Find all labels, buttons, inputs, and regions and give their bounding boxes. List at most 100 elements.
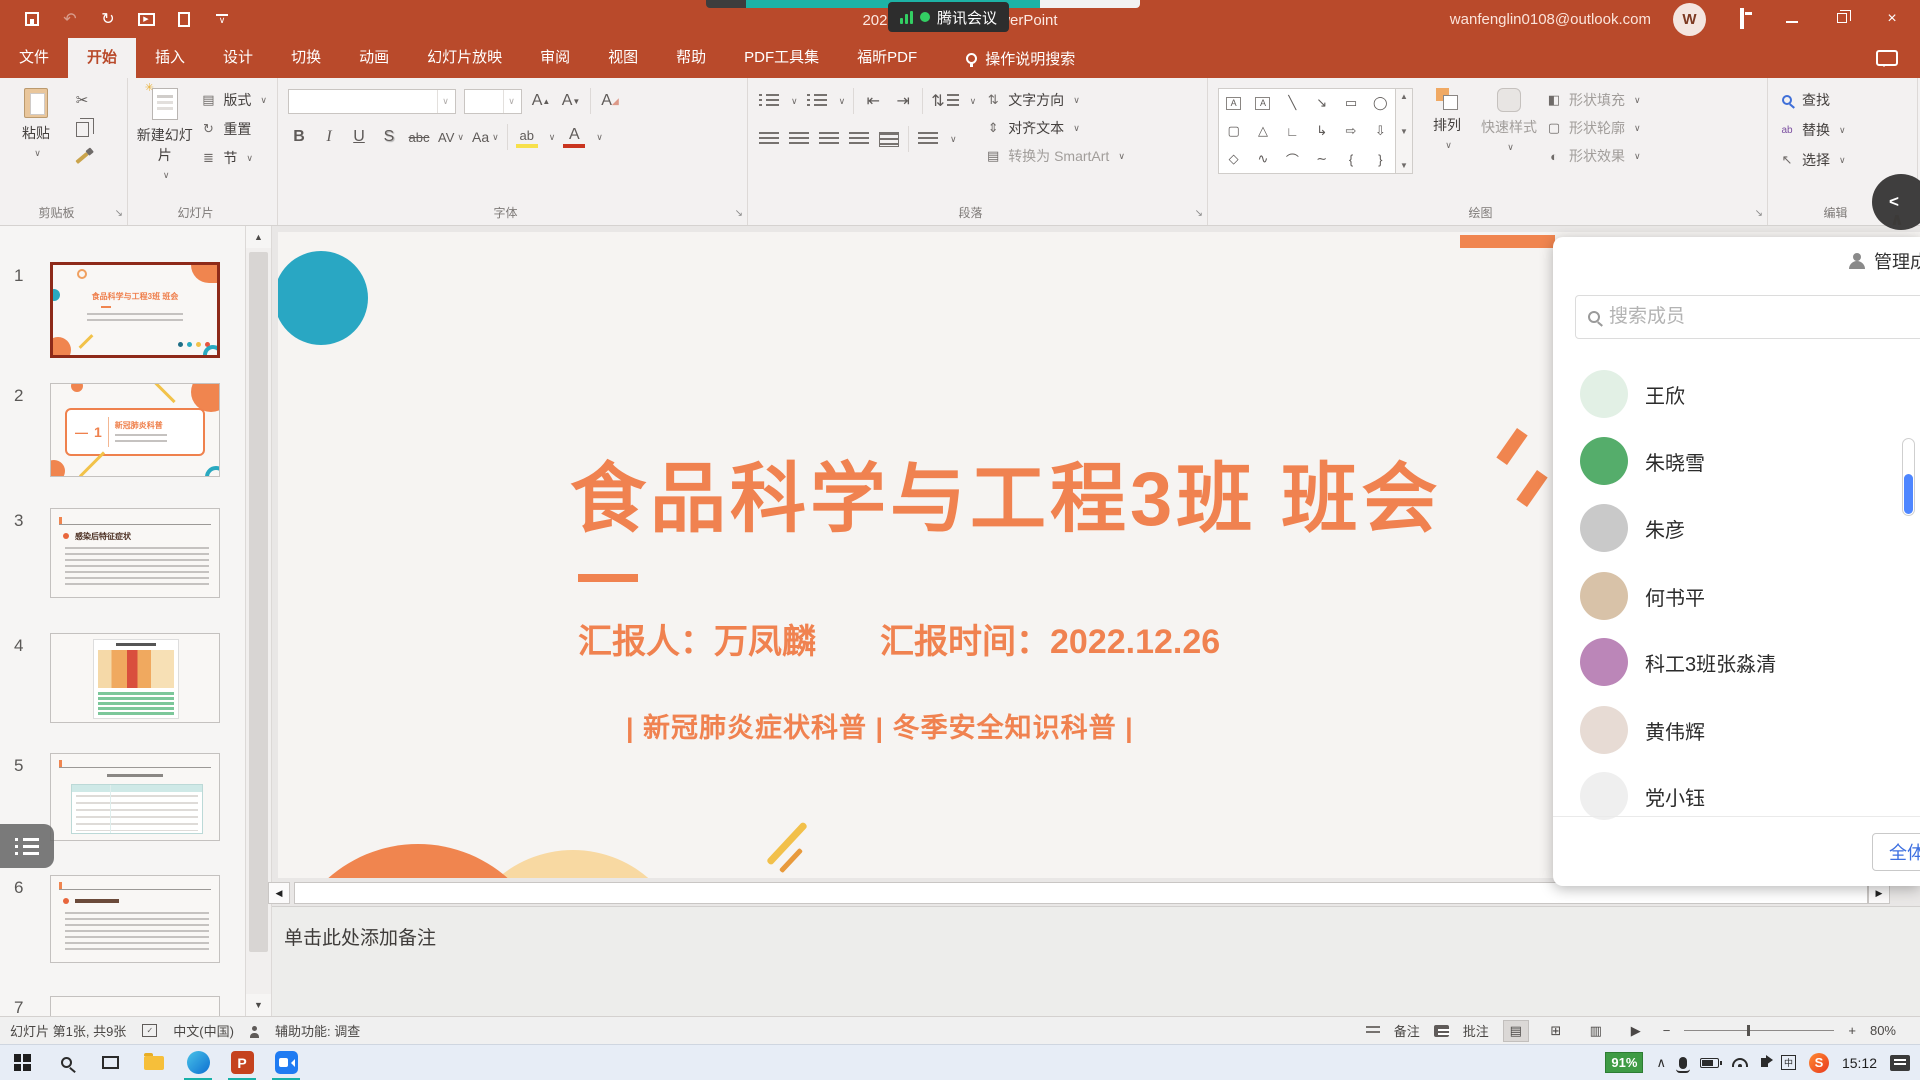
select-button[interactable]: ↖选择∨	[1778, 150, 1846, 170]
justify-button[interactable]	[848, 128, 870, 150]
tray-expand-icon[interactable]: ∧	[1656, 1055, 1666, 1071]
shape-line-icon[interactable]: ╲	[1288, 95, 1296, 111]
gallery-more-icon[interactable]: ▼	[1400, 161, 1408, 170]
align-left-button[interactable]	[758, 128, 780, 150]
shape-curve-icon[interactable]: ∼	[1316, 151, 1327, 167]
new-slide-button[interactable]: 新建幻灯片 ∨	[138, 88, 191, 199]
shape-gallery[interactable]: A A ╲ ↘ ▭ ◯ ▢ △ ∟ ↳ ⇨ ⇩ ◇ ∿ ⌒ ∼ {	[1218, 88, 1396, 174]
zoom-out-button[interactable]: −	[1663, 1023, 1671, 1038]
cut-icon[interactable]: ✂	[70, 90, 94, 110]
clear-formatting-button[interactable]: A◢	[599, 90, 621, 112]
align-right-button[interactable]	[818, 128, 840, 150]
shrink-font-button[interactable]: A▼	[560, 90, 582, 112]
redo-icon[interactable]: ↻	[98, 9, 118, 29]
powerpoint-taskbar-button[interactable]: P	[220, 1045, 264, 1080]
save-icon[interactable]	[22, 9, 42, 29]
restore-button[interactable]	[1828, 10, 1856, 28]
distribute-button[interactable]	[878, 128, 900, 150]
shape-effects-button[interactable]: ◐形状效果∨	[1545, 146, 1641, 166]
mute-all-button[interactable]: 全体静音	[1872, 833, 1920, 871]
member-row[interactable]: 科工3班张淼清	[1553, 632, 1920, 692]
member-list-scrollbar[interactable]	[1902, 438, 1915, 516]
smartart-button[interactable]: ▤转换为 SmartArt∨	[984, 146, 1125, 166]
member-row[interactable]: 何书平	[1553, 566, 1920, 626]
columns-button[interactable]	[917, 128, 939, 150]
tencent-meeting-taskbar-button[interactable]	[264, 1045, 308, 1080]
new-document-icon[interactable]	[174, 9, 194, 29]
meeting-topbar-light-segment[interactable]	[1040, 0, 1140, 8]
character-spacing-button[interactable]: AV∨	[438, 126, 464, 148]
font-size-combobox[interactable]: ∨	[464, 89, 522, 114]
arrange-button[interactable]: 排列 ∨	[1421, 88, 1473, 199]
slide-sorter-view-button[interactable]: ⊞	[1543, 1020, 1569, 1042]
battery-icon[interactable]	[1700, 1058, 1719, 1068]
tab-transitions[interactable]: 切换	[272, 38, 340, 78]
shape-fill-button[interactable]: ◧形状填充∨	[1545, 90, 1641, 110]
file-explorer-button[interactable]	[132, 1045, 176, 1080]
shape-oval-icon[interactable]: ◯	[1373, 95, 1388, 111]
tab-insert[interactable]: 插入	[136, 38, 204, 78]
normal-view-button[interactable]: ▤	[1503, 1020, 1529, 1042]
thumbnail-slide-1[interactable]: 食品科学与工程3班 班会	[50, 262, 220, 358]
shape-scribble-icon[interactable]: ∿	[1258, 151, 1269, 167]
shape-right-brace-icon[interactable]: }	[1378, 152, 1382, 167]
manage-members-label[interactable]: 管理成员	[1874, 248, 1920, 274]
notes-placeholder[interactable]: 单击此处添加备注	[284, 923, 436, 950]
section-button[interactable]: ≣节∨	[199, 148, 267, 168]
tab-foxit-pdf[interactable]: 福昕PDF	[838, 38, 936, 78]
tab-view[interactable]: 视图	[589, 38, 657, 78]
scroll-down-button[interactable]: ▼	[246, 994, 271, 1016]
reset-button[interactable]: ↻重置	[199, 119, 267, 139]
dialog-launcher-icon[interactable]: ↘	[1755, 208, 1763, 219]
slide-subtitle[interactable]: | 新冠肺炎症状科普 | 冬季安全知识科普 |	[626, 706, 1134, 745]
grow-font-button[interactable]: A▲	[530, 90, 552, 112]
text-direction-button[interactable]: ⇅文字方向∨	[984, 90, 1125, 110]
microphone-icon[interactable]	[1679, 1057, 1687, 1069]
dialog-launcher-icon[interactable]: ↘	[115, 208, 123, 219]
shape-triangle-icon[interactable]: △	[1258, 123, 1268, 139]
tell-me-search[interactable]: 操作说明搜索	[966, 38, 1075, 78]
thumbnail-slide-2[interactable]: — 1 新冠肺炎科普	[50, 383, 220, 477]
customize-toolbar-icon[interactable]: ∨	[212, 9, 232, 29]
language-status[interactable]: 中文(中国)	[173, 1021, 234, 1040]
scroll-up-icon[interactable]: ▲	[1400, 92, 1408, 101]
thumbnail-slide-4[interactable]	[50, 633, 220, 723]
shape-left-brace-icon[interactable]: {	[1349, 152, 1353, 167]
thumbnail-slide-5[interactable]	[50, 753, 220, 841]
shape-diamond-icon[interactable]: ◇	[1229, 151, 1239, 167]
close-button[interactable]: ×	[1878, 10, 1906, 28]
align-text-button[interactable]: ⇕对齐文本∨	[984, 118, 1125, 138]
spellcheck-icon[interactable]: ✓	[142, 1024, 157, 1037]
ribbon-display-options-icon[interactable]	[1728, 10, 1756, 28]
shape-arc-icon[interactable]: ⌒	[1286, 150, 1299, 169]
meeting-tooltip[interactable]: 腾讯会议	[888, 2, 1009, 32]
zoom-level[interactable]: 80%	[1870, 1023, 1896, 1038]
start-slideshow-icon[interactable]: ▶	[136, 9, 156, 29]
find-button[interactable]: 查找	[1778, 90, 1846, 110]
tab-pdf-tools[interactable]: PDF工具集	[725, 38, 838, 78]
shape-rounded-rectangle-icon[interactable]: ▢	[1228, 123, 1240, 139]
tab-design[interactable]: 设计	[204, 38, 272, 78]
member-row[interactable]: 党小钰	[1553, 766, 1920, 826]
tab-home[interactable]: 开始	[68, 38, 136, 78]
slideshow-view-button[interactable]: ▶	[1623, 1020, 1649, 1042]
italic-button[interactable]: I	[318, 126, 340, 148]
member-list-toggle-button[interactable]	[0, 824, 54, 868]
task-view-button[interactable]	[88, 1045, 132, 1080]
font-color-button[interactable]: A	[563, 126, 585, 148]
meeting-topbar-dark-segment[interactable]	[706, 0, 746, 8]
sogou-input-icon[interactable]: S	[1809, 1053, 1829, 1073]
member-search-box[interactable]	[1575, 295, 1920, 339]
tab-review[interactable]: 审阅	[521, 38, 589, 78]
member-search-input[interactable]	[1609, 306, 1914, 328]
reading-view-button[interactable]: ▥	[1583, 1020, 1609, 1042]
thumbnail-slide-6[interactable]	[50, 875, 220, 963]
shape-arrow-icon[interactable]: ↘	[1316, 95, 1327, 111]
tab-slideshow[interactable]: 幻灯片放映	[408, 38, 521, 78]
shape-down-arrow-icon[interactable]: ⇩	[1375, 123, 1386, 139]
text-shadow-button[interactable]: S	[378, 126, 400, 148]
tab-help[interactable]: 帮助	[657, 38, 725, 78]
minimize-button[interactable]	[1778, 10, 1806, 28]
shape-elbow-arrow-icon[interactable]: ↳	[1316, 123, 1327, 139]
accessibility-status[interactable]: 辅助功能: 调查	[275, 1021, 360, 1040]
